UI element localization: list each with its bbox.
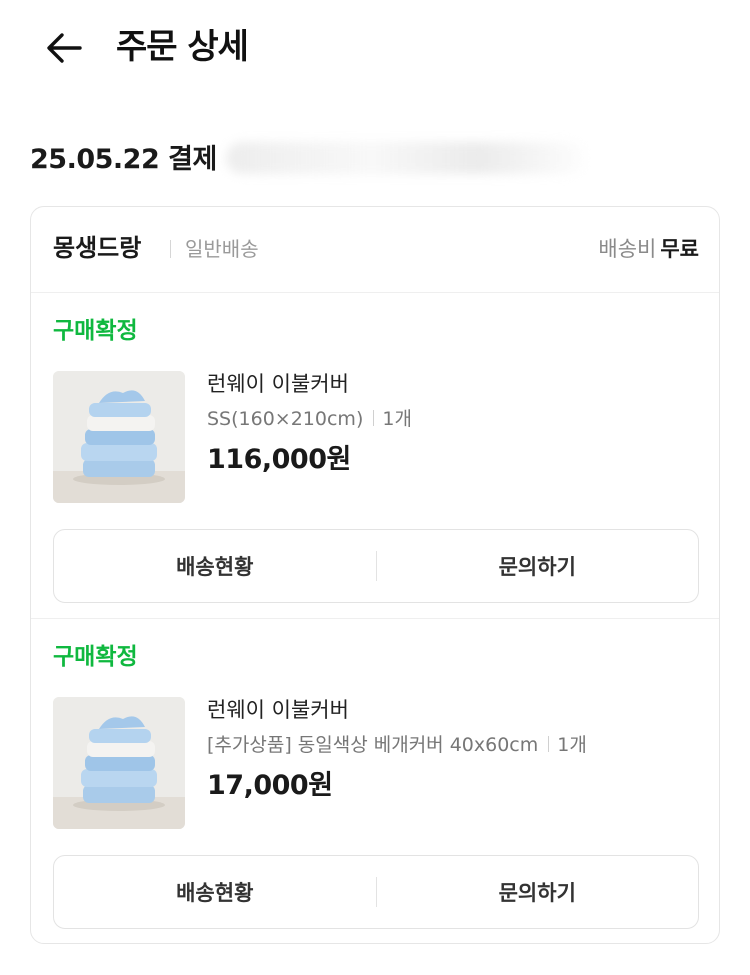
- shipping-type: 일반배송: [185, 237, 259, 261]
- quantity: 1개: [382, 408, 412, 430]
- back-button[interactable]: [40, 26, 88, 70]
- option-text: SS(160×210cm): [207, 408, 364, 430]
- divider: [170, 240, 171, 258]
- product-price: 17,000원: [207, 770, 333, 801]
- inquiry-button[interactable]: 문의하기: [377, 530, 699, 602]
- delivery-status-button[interactable]: 배송현황: [54, 530, 376, 602]
- product-option: SS(160×210cm) 1개: [207, 405, 412, 433]
- order-card: 몽생드랑 일반배송 배송비 무료 구매확정 런웨이 이불커버 SS(160×210…: [30, 206, 720, 944]
- product-image: [53, 697, 185, 829]
- item-actions: 배송현황 문의하기: [53, 529, 699, 603]
- seller-name[interactable]: 몽생드랑: [53, 231, 141, 265]
- order-status-badge: 구매확정: [53, 318, 138, 344]
- arrow-left-icon: [47, 33, 82, 63]
- shipping-fee-value: 무료: [660, 237, 699, 261]
- redacted-order-number: [226, 142, 586, 174]
- divider: [373, 410, 375, 426]
- option-text: [추가상품] 동일색상 베개커버 40x60cm: [207, 734, 539, 756]
- product-image: [53, 371, 185, 503]
- page-title: 주문 상세: [116, 27, 249, 67]
- divider: [548, 736, 550, 752]
- product-name[interactable]: 런웨이 이불커버: [207, 695, 349, 725]
- app-header: 주문 상세: [0, 0, 750, 96]
- order-item: 구매확정 런웨이 이불커버 SS(160×210cm) 1개 116,000원 배…: [31, 293, 719, 619]
- quantity: 1개: [557, 734, 587, 756]
- order-date-row: 25.05.22 결제: [30, 134, 586, 178]
- order-item: 구매확정 런웨이 이불커버 [추가상품] 동일색상 베개커버 40x60cm 1개…: [31, 619, 719, 943]
- item-actions: 배송현황 문의하기: [53, 855, 699, 929]
- product-name[interactable]: 런웨이 이불커버: [207, 369, 349, 399]
- order-date: 25.05.22 결제: [30, 143, 217, 175]
- product-price: 116,000원: [207, 444, 351, 475]
- delivery-status-button[interactable]: 배송현황: [54, 856, 376, 928]
- product-option: [추가상품] 동일색상 베개커버 40x60cm 1개: [207, 731, 587, 759]
- inquiry-button[interactable]: 문의하기: [377, 856, 699, 928]
- shipping-fee: 배송비 무료: [598, 233, 699, 265]
- shipping-fee-label: 배송비: [598, 237, 657, 261]
- product-thumbnail[interactable]: [53, 371, 185, 503]
- order-status-badge: 구매확정: [53, 644, 138, 670]
- product-thumbnail[interactable]: [53, 697, 185, 829]
- seller-row: 몽생드랑 일반배송 배송비 무료: [31, 207, 719, 293]
